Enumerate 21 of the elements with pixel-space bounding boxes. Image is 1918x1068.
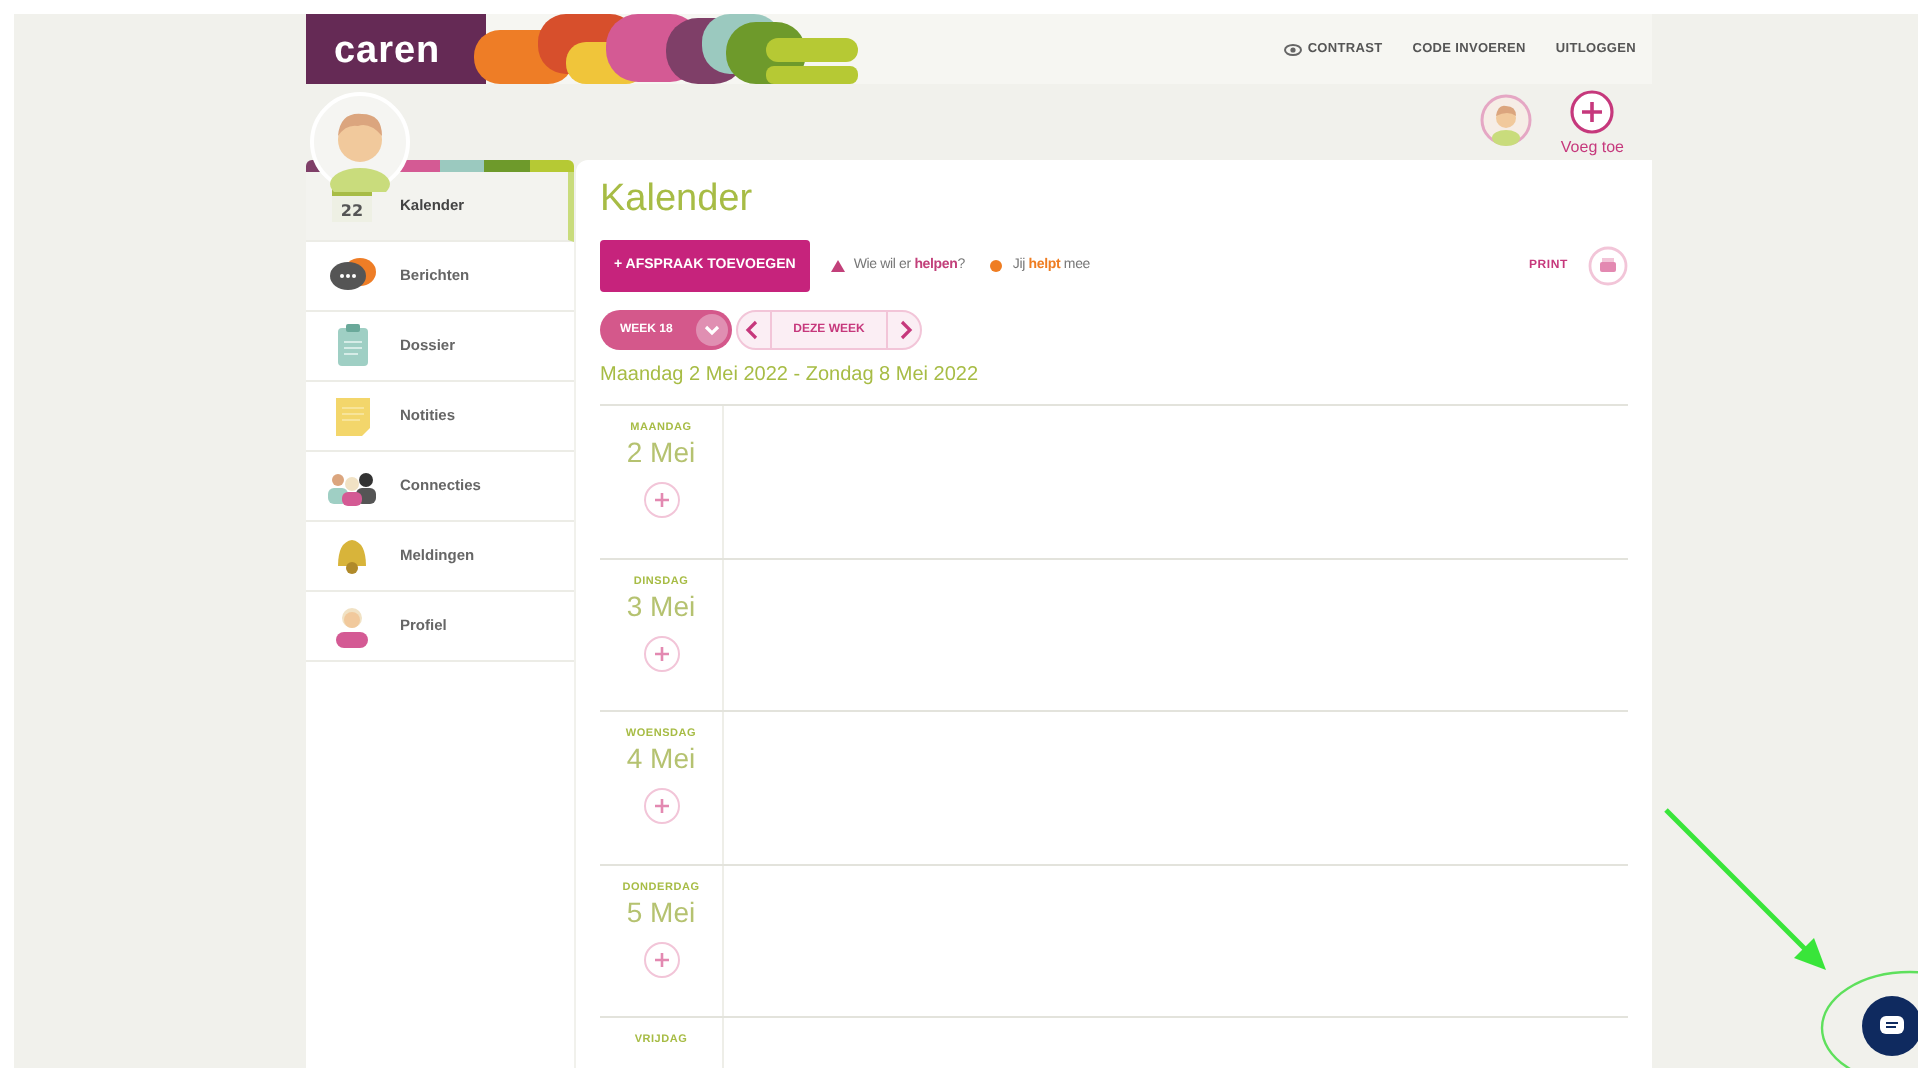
logo: caren [334, 28, 441, 76]
plus-icon [653, 951, 669, 968]
add-event-button[interactable] [643, 788, 679, 825]
day-date: 2 Mei [626, 436, 696, 469]
add-profile-label[interactable]: Voeg toe [1560, 136, 1624, 160]
day-date: 3 Mei [626, 589, 696, 622]
add-event-button[interactable] [643, 941, 679, 978]
add-event-button[interactable] [643, 482, 679, 519]
day-date: 4 Mei [626, 742, 696, 775]
eye-icon [1283, 43, 1302, 55]
plus-icon [653, 492, 669, 509]
chat-icon [1880, 1016, 1904, 1036]
print-icon[interactable] [1588, 246, 1628, 286]
add-event-button[interactable] [643, 635, 679, 672]
profile-avatar-icon[interactable] [1480, 94, 1533, 146]
page-title: Kalender [600, 176, 755, 224]
plus-icon [653, 798, 669, 815]
plus-icon [653, 645, 669, 662]
chevron-down-icon [696, 314, 728, 346]
date-range: Maandag 2 Mei 2022 - Zondag 8 Mei 2022 [600, 362, 981, 390]
day-date: 5 Mei [626, 895, 696, 928]
